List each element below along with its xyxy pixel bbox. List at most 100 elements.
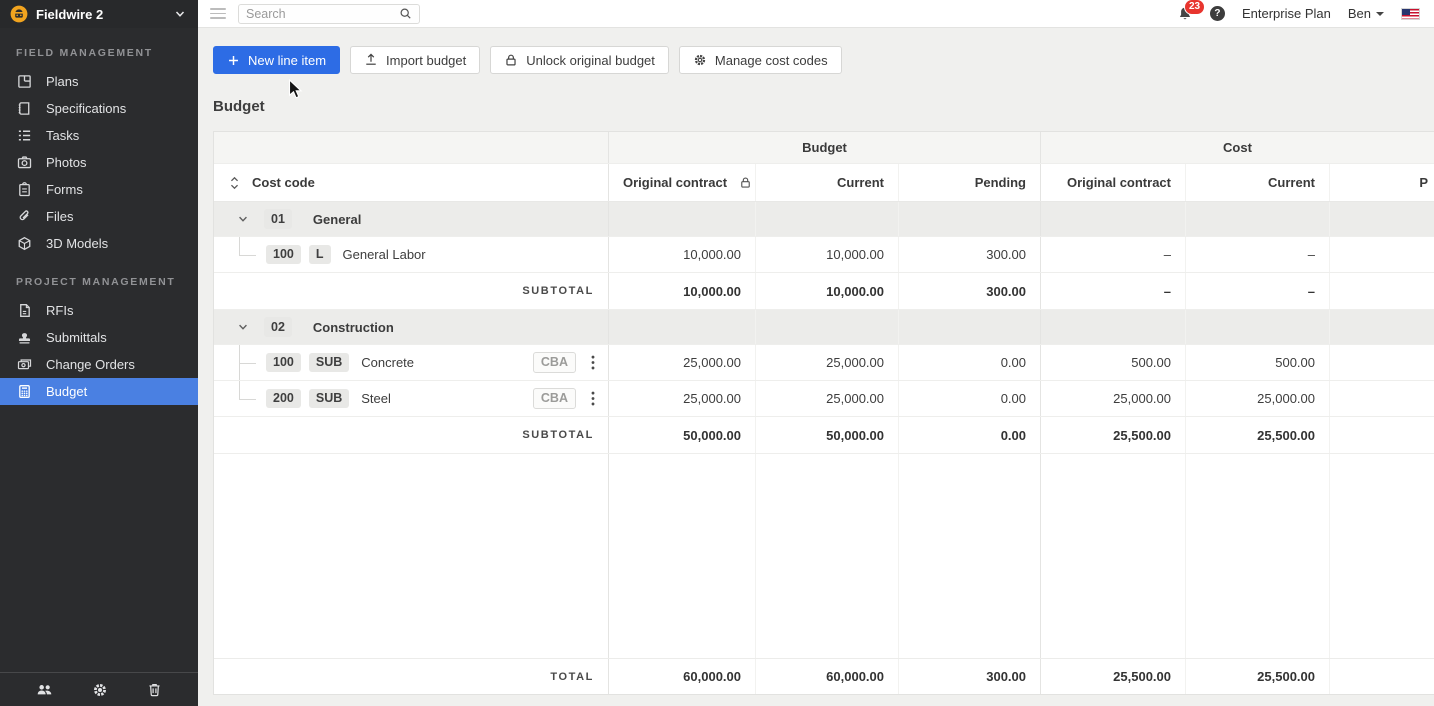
budget-original-value[interactable]: 10,000.00 [609, 237, 756, 272]
sidebar-item-tasks[interactable]: Tasks [0, 122, 198, 149]
sidebar-item-specifications[interactable]: Specifications [0, 95, 198, 122]
lock-icon[interactable] [739, 176, 752, 189]
new-line-item-button[interactable]: New line item [213, 46, 340, 74]
sidebar-item-change-orders[interactable]: Change Orders [0, 351, 198, 378]
line-item-name: General Labor [343, 247, 426, 262]
specifications-icon [16, 101, 32, 116]
cost-original-subtotal: – [1041, 273, 1186, 309]
column-header-cost-original[interactable]: Original contract [1041, 164, 1186, 201]
chevron-down-icon[interactable] [237, 213, 249, 225]
gear-icon [693, 53, 707, 67]
budget-current-subtotal: 50,000.00 [756, 417, 899, 453]
budget-original-value[interactable]: 25,000.00 [609, 345, 756, 380]
trash-icon[interactable] [147, 682, 162, 697]
cost-code-chip: 100 [266, 353, 301, 372]
budget-pending-subtotal: 300.00 [899, 273, 1041, 309]
column-header-cost-current[interactable]: Current [1186, 164, 1330, 201]
search-icon[interactable] [399, 7, 412, 20]
unlock-original-budget-button[interactable]: Unlock original budget [490, 46, 669, 74]
sidebar-item-label: Plans [46, 74, 79, 89]
cost-original-subtotal: 25,500.00 [1041, 417, 1186, 453]
sidebar-item-plans[interactable]: Plans [0, 68, 198, 95]
project-switcher[interactable]: Fieldwire 2 [0, 0, 198, 28]
budget-pending-value[interactable]: 300.00 [899, 237, 1041, 272]
column-header-cost-pending[interactable]: P [1330, 164, 1434, 201]
budget-original-subtotal: 10,000.00 [609, 273, 756, 309]
plans-icon [16, 74, 32, 89]
user-menu[interactable]: Ben [1348, 6, 1384, 21]
kebab-menu-icon[interactable] [591, 355, 595, 370]
budget-current-value[interactable]: 10,000.00 [756, 237, 899, 272]
rfis-icon [16, 303, 32, 318]
gear-icon[interactable] [92, 682, 108, 698]
sidebar-item-label: Photos [46, 155, 86, 170]
budget-original-value[interactable]: 25,000.00 [609, 381, 756, 416]
column-header-budget-original[interactable]: Original contract [623, 175, 727, 190]
cost-current-value[interactable]: 500.00 [1186, 345, 1330, 380]
hamburger-menu-icon[interactable] [210, 8, 226, 19]
table-row-steel[interactable]: 200 SUB Steel CBA 25,000.00 25,000.00 0.… [214, 381, 1434, 417]
table-row-concrete[interactable]: 100 SUB Concrete CBA 25,000.00 25,000.00… [214, 345, 1434, 381]
budget-table: Budget Cost Cost code Original contract … [213, 131, 1434, 695]
cost-original-value[interactable]: – [1041, 237, 1186, 272]
manage-cost-codes-button[interactable]: Manage cost codes [679, 46, 842, 74]
cost-current-subtotal: 25,500.00 [1186, 417, 1330, 453]
sidebar-item-label: Specifications [46, 101, 126, 116]
tree-connector [239, 345, 266, 380]
sidebar-item-forms[interactable]: Forms [0, 176, 198, 203]
chevron-down-icon[interactable] [237, 321, 249, 333]
search-input[interactable] [246, 7, 399, 21]
sidebar-item-files[interactable]: Files [0, 203, 198, 230]
budget-icon [16, 384, 32, 399]
notifications-bell-icon[interactable]: 23 [1177, 6, 1193, 22]
table-empty-area [214, 454, 1434, 659]
line-item-name: Steel [361, 391, 391, 406]
sidebar: Fieldwire 2 FIELD MANAGEMENT Plans Speci… [0, 0, 198, 706]
budget-current-value[interactable]: 25,000.00 [756, 345, 899, 380]
table-group-header-row: Budget Cost [214, 132, 1434, 164]
sidebar-item-submittals[interactable]: Submittals [0, 324, 198, 351]
search-box[interactable] [238, 4, 420, 24]
budget-pending-value[interactable]: 0.00 [899, 345, 1041, 380]
kebab-menu-icon[interactable] [591, 391, 595, 406]
table-row-general-labor[interactable]: 100 L General Labor 10,000.00 10,000.00 … [214, 237, 1434, 273]
section-title-field-management: FIELD MANAGEMENT [0, 28, 198, 68]
sidebar-item-photos[interactable]: Photos [0, 149, 198, 176]
people-icon[interactable] [36, 682, 53, 697]
sidebar-item-budget[interactable]: Budget [0, 378, 198, 405]
cost-current-value[interactable]: 25,000.00 [1186, 381, 1330, 416]
cost-current-value[interactable]: – [1186, 237, 1330, 272]
type-chip: SUB [309, 353, 349, 372]
group-header-cost: Cost [1041, 132, 1434, 163]
table-row-subtotal-construction: SUBTOTAL 50,000.00 50,000.00 0.00 25,500… [214, 417, 1434, 454]
main-area: 23 ? Enterprise Plan Ben New line item [198, 0, 1434, 706]
budget-pending-value[interactable]: 0.00 [899, 381, 1041, 416]
import-budget-button[interactable]: Import budget [350, 46, 480, 74]
chevron-down-icon [1376, 12, 1384, 16]
budget-current-total: 60,000.00 [756, 659, 899, 694]
sort-icon[interactable] [229, 176, 240, 190]
column-header-budget-pending[interactable]: Pending [899, 164, 1041, 201]
change-orders-icon [16, 357, 32, 372]
plan-label: Enterprise Plan [1242, 6, 1331, 21]
language-flag-icon[interactable] [1401, 8, 1420, 20]
cba-tag[interactable]: CBA [533, 352, 576, 373]
sidebar-item-label: Submittals [46, 330, 107, 345]
column-header-budget-current[interactable]: Current [756, 164, 899, 201]
group-name: General [313, 212, 361, 227]
sidebar-item-label: Forms [46, 182, 83, 197]
help-icon[interactable]: ? [1210, 6, 1225, 21]
cost-current-subtotal: – [1186, 273, 1330, 309]
sidebar-item-rfis[interactable]: RFIs [0, 297, 198, 324]
app-window: Fieldwire 2 FIELD MANAGEMENT Plans Speci… [0, 0, 1434, 706]
budget-current-value[interactable]: 25,000.00 [756, 381, 899, 416]
cba-tag[interactable]: CBA [533, 388, 576, 409]
cost-original-total: 25,500.00 [1041, 659, 1186, 694]
cost-original-value[interactable]: 25,000.00 [1041, 381, 1186, 416]
column-header-cost-code[interactable]: Cost code [252, 175, 315, 190]
table-row-group-construction[interactable]: 02 Construction [214, 310, 1434, 345]
cost-original-value[interactable]: 500.00 [1041, 345, 1186, 380]
table-row-group-general[interactable]: 01 General [214, 202, 1434, 237]
chevron-down-icon[interactable] [174, 8, 186, 20]
sidebar-item-3d-models[interactable]: 3D Models [0, 230, 198, 257]
